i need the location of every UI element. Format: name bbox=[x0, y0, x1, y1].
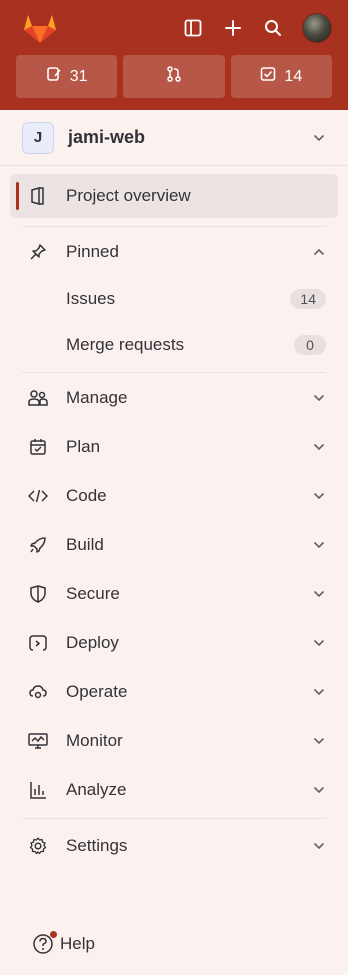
todos-counter-button[interactable]: 14 bbox=[230, 55, 332, 98]
sidebar-toggle-icon[interactable] bbox=[182, 17, 204, 39]
todo-icon bbox=[260, 66, 276, 87]
nav-section-label: Secure bbox=[66, 583, 120, 603]
nav-section-secure[interactable]: Secure bbox=[10, 569, 338, 618]
merge-requests-counter-button[interactable] bbox=[123, 55, 225, 98]
chevron-down-icon bbox=[312, 440, 326, 454]
deploy-icon bbox=[28, 633, 48, 653]
shield-icon bbox=[28, 584, 48, 604]
issues-icon bbox=[46, 66, 62, 87]
nav-section-monitor[interactable]: Monitor bbox=[10, 716, 338, 765]
create-new-icon[interactable] bbox=[222, 17, 244, 39]
nav-section-label: Manage bbox=[66, 387, 128, 407]
notification-dot bbox=[50, 931, 57, 938]
project-icon bbox=[28, 186, 48, 206]
project-name: jami-web bbox=[68, 127, 146, 147]
todos-count: 14 bbox=[284, 67, 303, 85]
pinned-item-issues[interactable]: Issues 14 bbox=[10, 276, 338, 322]
pinned-item-merge-requests[interactable]: Merge requests 0 bbox=[10, 322, 338, 368]
nav-section-label: Plan bbox=[66, 436, 101, 456]
sidebar: 31 14 J jami-web Project overview Pinned… bbox=[0, 0, 348, 975]
top-bar: 31 14 bbox=[0, 0, 348, 110]
help-icon bbox=[32, 931, 57, 955]
project-switcher[interactable]: J jami-web bbox=[0, 110, 348, 166]
top-actions bbox=[182, 12, 332, 43]
count-badge: 14 bbox=[290, 289, 326, 309]
operate-icon bbox=[28, 682, 48, 702]
nav-section-label: Pinned bbox=[66, 241, 119, 261]
chevron-down-icon bbox=[312, 391, 326, 405]
nav-section-manage[interactable]: Manage bbox=[10, 373, 338, 422]
nav-item-label: Project overview bbox=[66, 186, 191, 205]
code-icon bbox=[28, 486, 48, 506]
nav-section-operate[interactable]: Operate bbox=[10, 667, 338, 716]
chevron-up-icon bbox=[312, 245, 326, 259]
help-button[interactable]: Help bbox=[32, 931, 95, 955]
divider bbox=[22, 818, 326, 819]
merge-request-icon bbox=[166, 66, 182, 87]
chevron-down-icon bbox=[312, 734, 326, 748]
manage-icon bbox=[28, 388, 48, 408]
nav-item-project-overview[interactable]: Project overview bbox=[10, 174, 338, 218]
analyze-icon bbox=[28, 780, 48, 800]
counters: 31 14 bbox=[8, 55, 340, 98]
chevron-down-icon bbox=[312, 839, 326, 853]
nav-section-label: Operate bbox=[66, 681, 128, 701]
gear-icon bbox=[28, 836, 48, 856]
nav-section-label: Build bbox=[66, 534, 104, 554]
nav-section-label: Analyze bbox=[66, 779, 127, 799]
nav: Project overview Pinned Issues 14 Merge … bbox=[0, 174, 348, 870]
chevron-down-icon bbox=[312, 489, 326, 503]
count-badge: 0 bbox=[294, 335, 326, 355]
build-icon bbox=[28, 535, 48, 555]
nav-section-label: Code bbox=[66, 485, 107, 505]
nav-section-settings[interactable]: Settings bbox=[10, 821, 338, 870]
plan-icon bbox=[28, 437, 48, 457]
project-avatar: J bbox=[22, 121, 54, 154]
chevron-down-icon bbox=[312, 538, 326, 552]
chevron-down-icon bbox=[312, 131, 326, 145]
chevron-down-icon bbox=[312, 587, 326, 601]
nav-section-deploy[interactable]: Deploy bbox=[10, 618, 338, 667]
nav-section-label: Monitor bbox=[66, 730, 123, 750]
user-avatar[interactable] bbox=[302, 12, 332, 43]
chevron-down-icon bbox=[312, 636, 326, 650]
nav-section-label: Settings bbox=[66, 835, 128, 855]
nav-section-pinned[interactable]: Pinned bbox=[10, 227, 338, 276]
chevron-down-icon bbox=[312, 685, 326, 699]
gitlab-logo-icon[interactable] bbox=[22, 11, 62, 45]
pinned-item-label: Merge requests bbox=[66, 335, 185, 354]
nav-section-plan[interactable]: Plan bbox=[10, 422, 338, 471]
chevron-down-icon bbox=[312, 783, 326, 797]
pinned-item-label: Issues bbox=[66, 289, 116, 308]
monitor-icon bbox=[28, 731, 48, 751]
pin-icon bbox=[28, 242, 48, 262]
top-bar-row bbox=[8, 0, 340, 55]
nav-section-code[interactable]: Code bbox=[10, 471, 338, 520]
help-label: Help bbox=[60, 934, 95, 953]
nav-section-analyze[interactable]: Analyze bbox=[10, 765, 338, 814]
nav-section-label: Deploy bbox=[66, 632, 119, 652]
issues-count: 31 bbox=[69, 67, 88, 85]
search-icon[interactable] bbox=[262, 17, 284, 39]
issues-counter-button[interactable]: 31 bbox=[16, 55, 118, 98]
nav-section-build[interactable]: Build bbox=[10, 520, 338, 569]
